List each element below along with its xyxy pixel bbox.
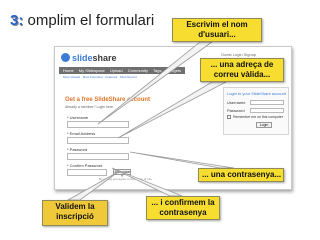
- remember-me-label: Remember me on this computer: [233, 115, 283, 119]
- terms-text: By joining you agree to the terms of use: [99, 177, 152, 181]
- remember-me[interactable]: Remember me on this computer: [227, 115, 283, 119]
- callout-submit: Validem la inscripció: [42, 200, 108, 226]
- nav-item-my-slidespace[interactable]: My Slidespace: [79, 68, 105, 73]
- callout-confirm: ... i confirmem la contrasenya: [146, 196, 220, 220]
- nav-item-tags[interactable]: Tags: [153, 68, 161, 73]
- nav-item-widgets[interactable]: Widgets: [167, 68, 181, 73]
- account-links[interactable]: Guest Login Signup: [221, 52, 256, 57]
- logo-text-2: share: [92, 53, 117, 63]
- sub-nav[interactable]: Most Viewed · Most Favorited · Featured …: [63, 75, 137, 79]
- callout-username: Escrivim el nom d'usuari...: [172, 18, 262, 42]
- confirm-password-input[interactable]: [67, 169, 107, 176]
- password-input[interactable]: [67, 153, 129, 160]
- email-input[interactable]: [67, 137, 129, 144]
- slideshare-logo: slideshare: [61, 53, 117, 63]
- nav-item-upload[interactable]: Upload: [110, 68, 123, 73]
- nav-item-community[interactable]: Community: [128, 68, 148, 73]
- login-username-input[interactable]: [250, 100, 284, 105]
- slideshare-logo-icon: [61, 53, 70, 62]
- email-label: * Email Address: [67, 131, 96, 136]
- callout-confirm-line1: ... i confirmem la: [151, 198, 215, 207]
- callout-submit-line2: inscripció: [56, 212, 94, 221]
- main-nav: Home My Slidespace Upload Community Tags…: [63, 67, 185, 74]
- callout-submit-line1: Validem la: [55, 202, 95, 211]
- nav-item-home[interactable]: Home: [63, 68, 74, 73]
- password-label: * Password: [67, 147, 88, 152]
- callout-email: ... una adreça de correu vàlida...: [200, 58, 284, 82]
- join-now-button[interactable]: Join now »: [113, 169, 131, 178]
- signup-form-subtitle: Already a member? Login here: [65, 105, 114, 109]
- username-input[interactable]: [67, 121, 129, 128]
- confirm-password-label: * Confirm Password: [67, 163, 103, 168]
- callout-password: ... una contrasenya...: [198, 168, 284, 182]
- login-heading: Login to your SlideShare account: [227, 91, 286, 96]
- logo-text-1: slide: [72, 53, 93, 63]
- remember-me-checkbox[interactable]: [227, 115, 231, 119]
- slide-number: 3:: [10, 12, 24, 29]
- username-label: * Username: [67, 115, 89, 120]
- login-panel: Login to your SlideShare account Usernam…: [223, 87, 289, 135]
- callout-password-line: ... una contrasenya...: [202, 170, 282, 179]
- login-password-input[interactable]: [250, 108, 284, 113]
- slide-title-text: omplim el formulari: [23, 12, 155, 29]
- callout-email-line1: ... una adreça de: [210, 60, 274, 69]
- callout-username-line2: d'usuari...: [198, 30, 236, 39]
- callout-confirm-line2: contrasenya: [159, 208, 207, 217]
- callout-username-line1: Escrivim el nom: [186, 20, 248, 29]
- slide-title: 3: omplim el formulari: [10, 12, 154, 29]
- login-button[interactable]: Login: [256, 122, 272, 128]
- signup-form-title: Get a free SlideShare account: [65, 97, 151, 103]
- login-password-label: Password: [227, 108, 245, 113]
- login-username-label: Username: [227, 100, 246, 105]
- callout-email-line2: correu vàlida...: [213, 70, 271, 79]
